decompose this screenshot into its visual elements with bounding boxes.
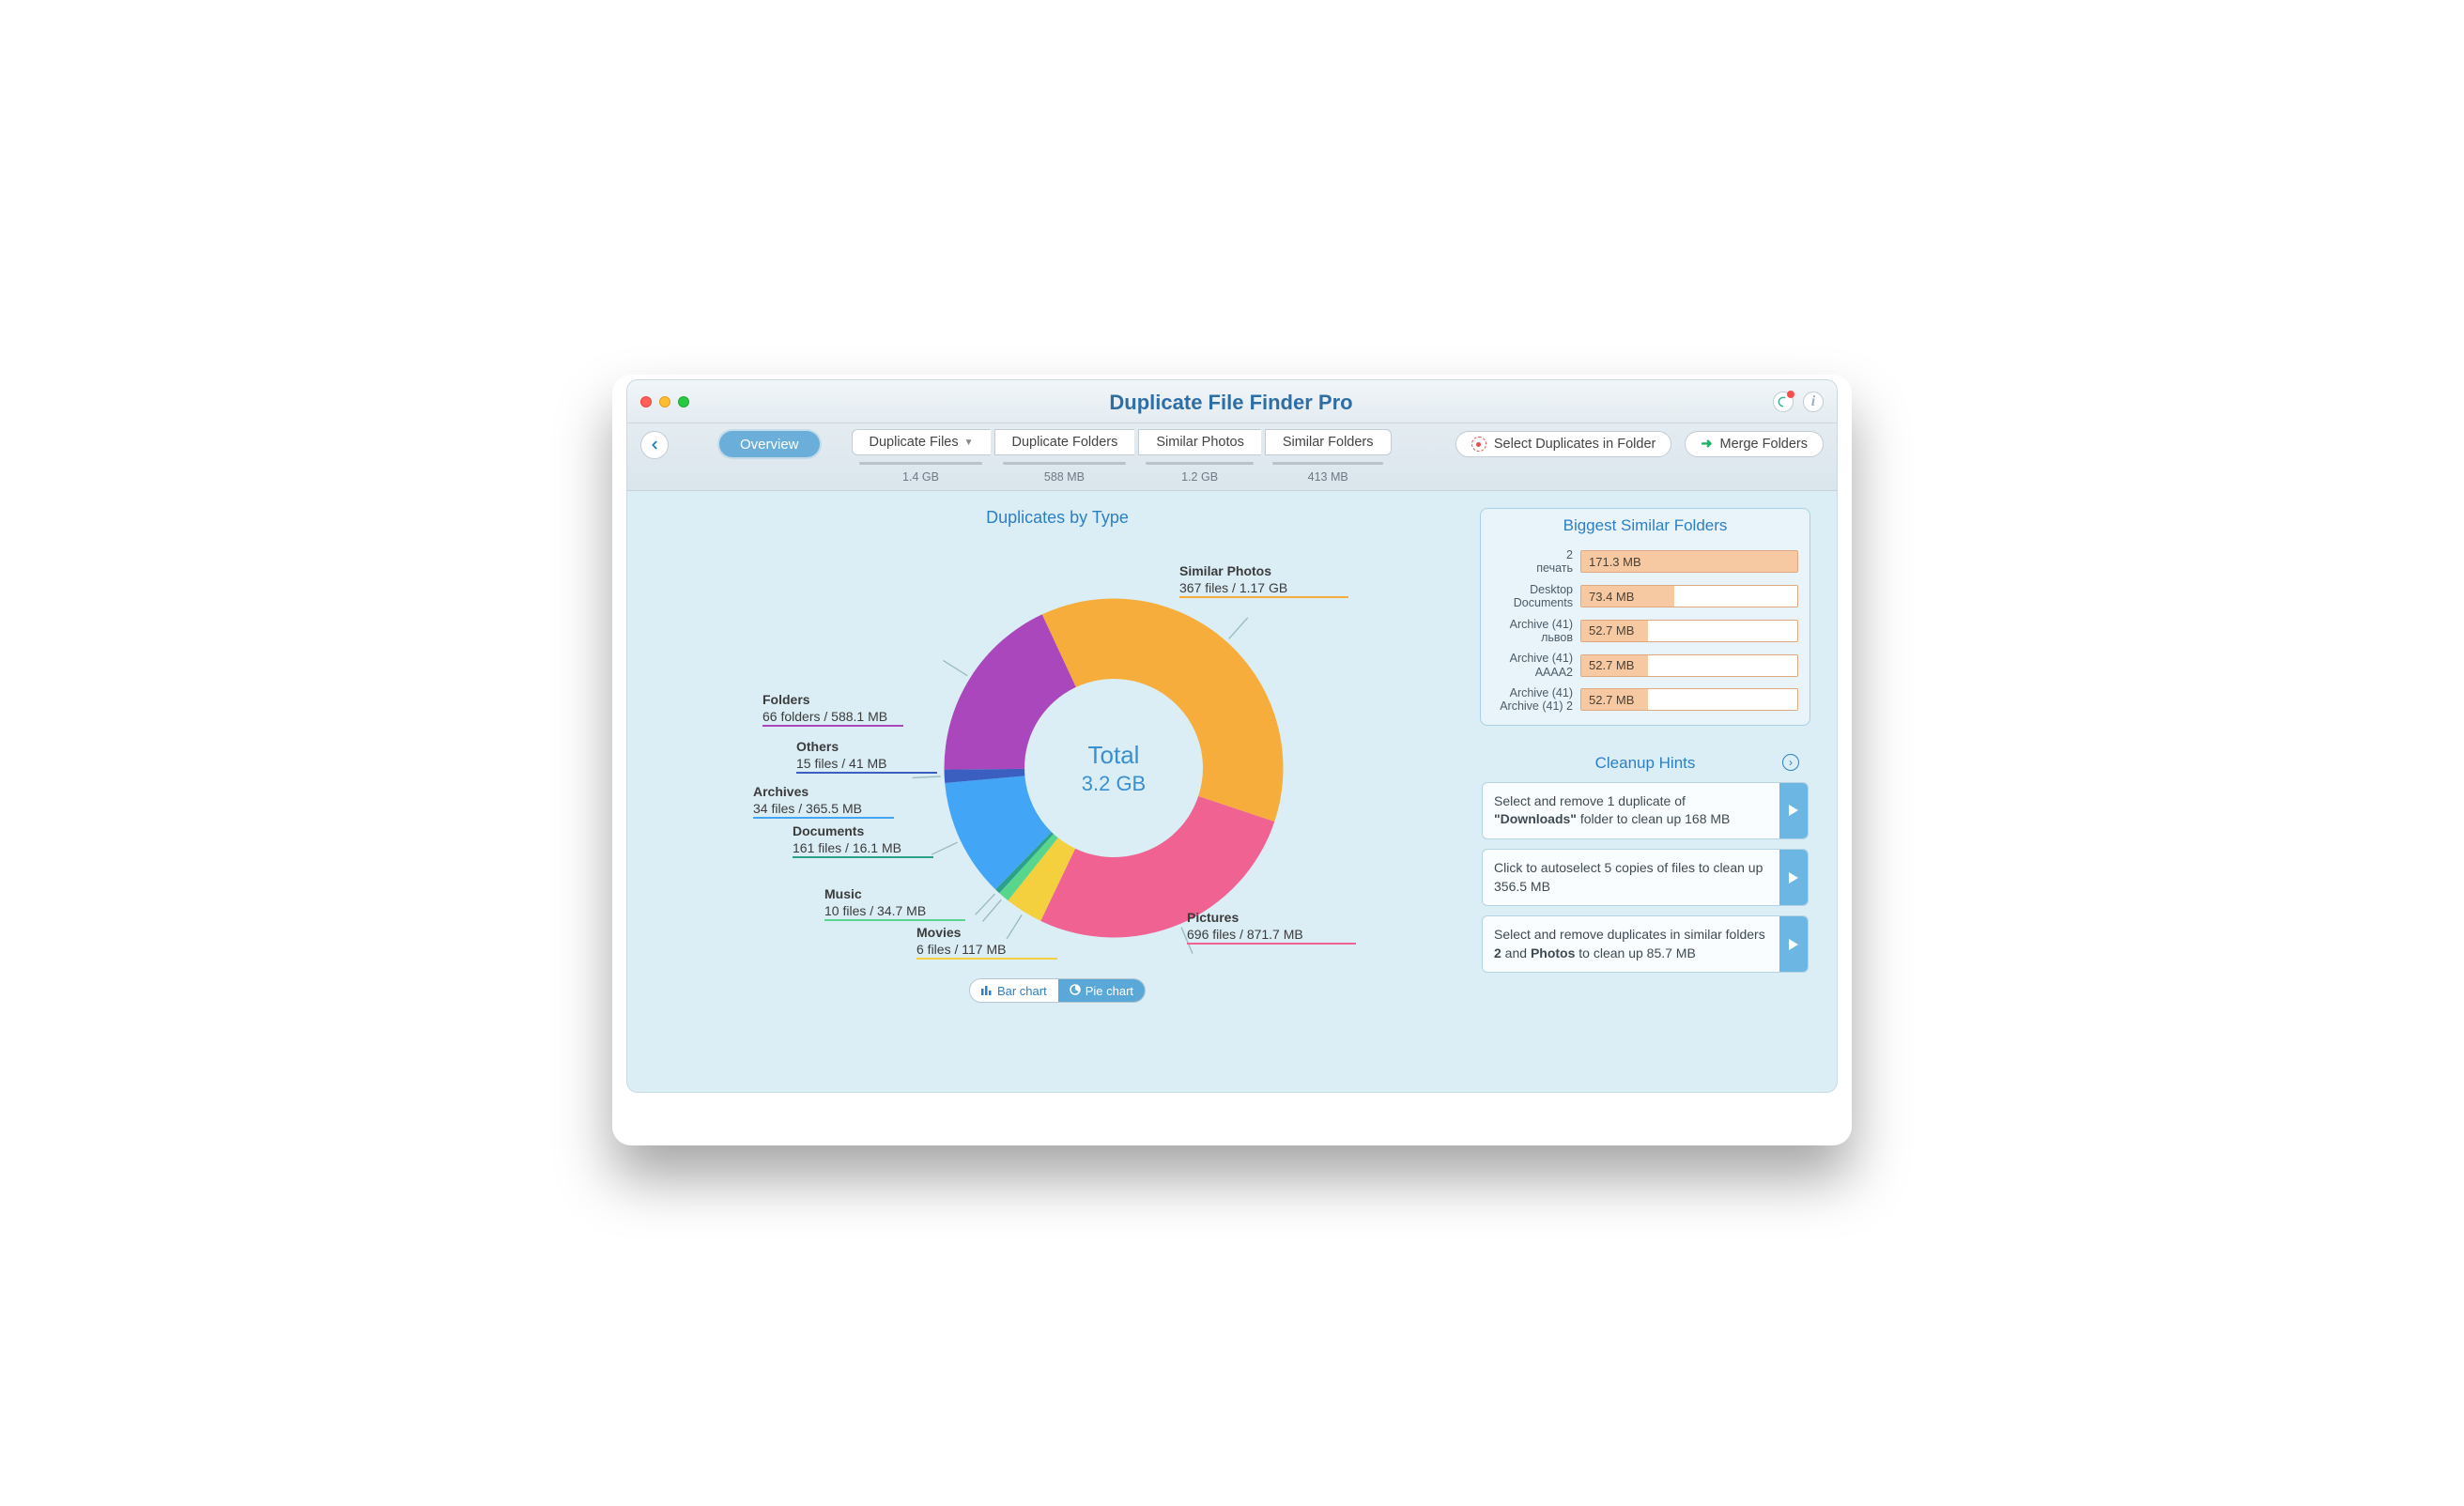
- chart-label-underline: [916, 958, 1057, 960]
- chart-label-others: Others15 files / 41 MB: [796, 738, 887, 772]
- tab-label: Duplicate Files: [870, 435, 959, 450]
- chart-label-underline: [753, 817, 894, 819]
- folder-size-bar: 52.7 MB: [1580, 620, 1798, 642]
- folder-size-bar: 73.4 MB: [1580, 585, 1798, 607]
- folder-name: Archive (41)Archive (41) 2: [1492, 686, 1573, 714]
- tab-progress: [1003, 462, 1127, 465]
- chart-label-archives: Archives34 files / 365.5 MB: [753, 783, 862, 817]
- chart-label-similar-photos: Similar Photos367 files / 1.17 GB: [1179, 562, 1287, 596]
- bar-chart-icon: [981, 984, 993, 998]
- pie-chart-icon: [1070, 984, 1081, 998]
- activity-icon[interactable]: [1773, 392, 1794, 412]
- folder-size-bar: 171.3 MB: [1580, 550, 1798, 573]
- fullscreen-window-button[interactable]: [678, 396, 689, 407]
- chart-label-folders: Folders66 folders / 588.1 MB: [762, 691, 887, 725]
- back-button[interactable]: [640, 431, 669, 459]
- chart-type-toggle: Bar chart Pie chart: [969, 978, 1146, 1003]
- tab-progress: [1272, 462, 1384, 465]
- cleanup-hints-title: Cleanup Hints: [1595, 754, 1696, 772]
- bar-chart-toggle[interactable]: Bar chart: [970, 979, 1058, 1002]
- donut-chart: Total 3.2 GB: [935, 590, 1292, 946]
- merge-folders-button[interactable]: ➜ Merge Folders: [1685, 431, 1824, 457]
- folder-size-label: 73.4 MB: [1589, 586, 1634, 607]
- minimize-window-button[interactable]: [659, 396, 670, 407]
- pie-chart-toggle[interactable]: Pie chart: [1058, 979, 1145, 1002]
- tab-size-label: 588 MB: [1044, 470, 1085, 484]
- similar-folder-row[interactable]: Archive (41)Archive (41) 2 52.7 MB: [1492, 686, 1798, 714]
- select-duplicates-in-folder-button[interactable]: Select Duplicates in Folder: [1455, 431, 1671, 457]
- chart-label-underline: [1179, 596, 1348, 598]
- similar-folder-row[interactable]: Archive (41)AAAA2 52.7 MB: [1492, 652, 1798, 679]
- similar-folders-title: Biggest Similar Folders: [1481, 509, 1810, 545]
- cleanup-hint[interactable]: Select and remove 1 duplicate of "Downlo…: [1482, 782, 1809, 839]
- cleanup-hint-text: Click to autoselect 5 copies of files to…: [1483, 850, 1779, 905]
- folder-size-bar: 52.7 MB: [1580, 654, 1798, 677]
- tab-label: Duplicate Folders: [1012, 435, 1118, 450]
- similar-folder-row[interactable]: 2печать 171.3 MB: [1492, 548, 1798, 576]
- bar-chart-label: Bar chart: [997, 984, 1047, 998]
- folder-size-label: 52.7 MB: [1589, 655, 1634, 676]
- info-icon[interactable]: i: [1803, 392, 1824, 412]
- tab-similar-folders[interactable]: Similar Folders: [1265, 429, 1392, 455]
- chart-label-underline: [762, 725, 903, 727]
- tab-label: Similar Folders: [1283, 435, 1374, 450]
- chart-label-movies: Movies6 files / 117 MB: [916, 924, 1006, 958]
- folder-name: 2печать: [1492, 548, 1573, 576]
- pie-slice-similar-photos[interactable]: [1042, 599, 1284, 822]
- play-icon[interactable]: [1779, 783, 1808, 838]
- chart-label-underline: [793, 856, 933, 858]
- cleanup-hint-text: Select and remove duplicates in similar …: [1483, 916, 1779, 972]
- pie-chart-label: Pie chart: [1086, 984, 1133, 998]
- chart-panel: Duplicates by Type Total 3.2 GB: [654, 508, 1461, 1073]
- folder-size-bar: 52.7 MB: [1580, 688, 1798, 711]
- play-icon[interactable]: [1779, 916, 1808, 972]
- chart-label-underline: [824, 919, 965, 921]
- similar-folder-row[interactable]: DesktopDocuments 73.4 MB: [1492, 583, 1798, 610]
- category-tabs: Duplicate Files ▼ 1.4 GB Duplicate Folders 5…: [852, 429, 1392, 484]
- tab-progress: [1146, 462, 1254, 465]
- select-duplicates-label: Select Duplicates in Folder: [1494, 437, 1656, 452]
- cleanup-hint[interactable]: Click to autoselect 5 copies of files to…: [1482, 849, 1809, 906]
- close-window-button[interactable]: [640, 396, 652, 407]
- similar-folder-row[interactable]: Archive (41)львов 52.7 MB: [1492, 618, 1798, 645]
- cleanup-hints-panel: Cleanup Hints › Select and remove 1 dupl…: [1480, 746, 1810, 976]
- merge-icon: ➜: [1701, 437, 1712, 452]
- tab-label: Similar Photos: [1156, 435, 1243, 450]
- tab-size-label: 1.4 GB: [902, 470, 939, 484]
- tab-duplicate-files[interactable]: Duplicate Files ▼: [852, 429, 991, 455]
- folder-name: Archive (41)AAAA2: [1492, 652, 1573, 679]
- similar-folders-panel: Biggest Similar Folders 2печать 171.3 MB D…: [1480, 508, 1810, 726]
- overview-pill[interactable]: Overview: [719, 431, 820, 457]
- tab-progress: [859, 462, 981, 465]
- tab-size-label: 413 MB: [1308, 470, 1348, 484]
- folder-size-label: 52.7 MB: [1589, 689, 1634, 710]
- cleanup-hint[interactable]: Select and remove duplicates in similar …: [1482, 915, 1809, 973]
- chart-label-pictures: Pictures696 files / 871.7 MB: [1187, 909, 1303, 943]
- chart-label-music: Music10 files / 34.7 MB: [824, 885, 926, 919]
- chevron-down-icon: ▼: [964, 438, 974, 448]
- tab-size-label: 1.2 GB: [1181, 470, 1218, 484]
- target-icon: [1471, 437, 1486, 452]
- content-area: Duplicates by Type Total 3.2 GB: [627, 491, 1837, 1092]
- app-title: Duplicate File Finder Pro: [689, 391, 1773, 415]
- app-window: Duplicate File Finder Pro i Overview Dup…: [626, 379, 1838, 1093]
- folder-size-label: 52.7 MB: [1589, 621, 1634, 641]
- folder-size-label: 171.3 MB: [1589, 551, 1641, 572]
- folder-name: DesktopDocuments: [1492, 583, 1573, 610]
- tab-similar-photos[interactable]: Similar Photos: [1138, 429, 1260, 455]
- folder-name: Archive (41)львов: [1492, 618, 1573, 645]
- cleanup-hints-more-icon[interactable]: ›: [1782, 754, 1799, 771]
- cleanup-hint-text: Select and remove 1 duplicate of "Downlo…: [1483, 783, 1779, 838]
- title-bar: Duplicate File Finder Pro i: [627, 380, 1837, 423]
- play-icon[interactable]: [1779, 850, 1808, 905]
- chart-label-documents: Documents161 files / 16.1 MB: [793, 822, 901, 856]
- merge-folders-label: Merge Folders: [1720, 437, 1808, 452]
- window-controls: [640, 396, 689, 407]
- chart-label-underline: [796, 772, 937, 774]
- main-toolbar: Overview Duplicate Files▼1.4 GBDuplicate…: [627, 423, 1837, 491]
- tab-duplicate-folders[interactable]: Duplicate Folders: [994, 429, 1135, 455]
- chart-label-underline: [1187, 943, 1356, 945]
- chart-title: Duplicates by Type: [654, 508, 1461, 528]
